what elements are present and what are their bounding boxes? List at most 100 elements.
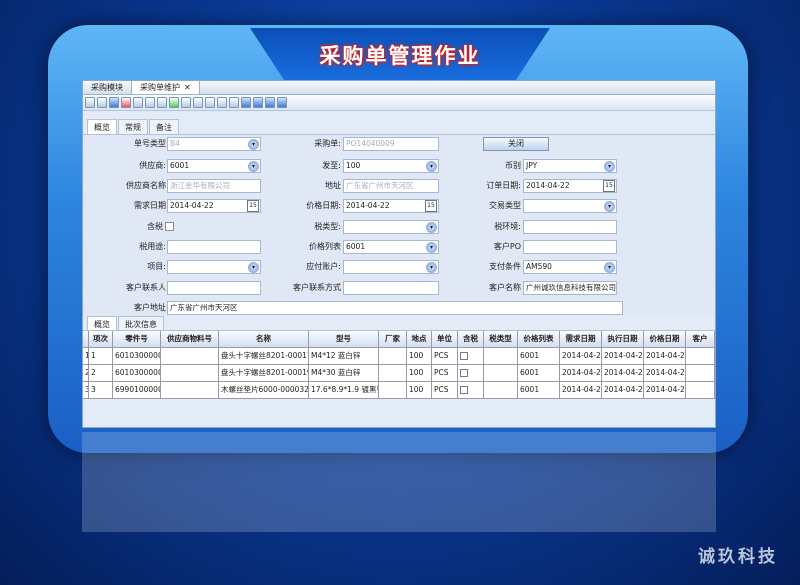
col-header[interactable]: 厂家 — [379, 331, 407, 347]
tax-type-select[interactable]: ▾ — [343, 220, 439, 234]
refresh-icon[interactable] — [169, 97, 179, 108]
tab-notes[interactable]: 备注 — [149, 119, 179, 134]
address-field[interactable]: 广东省广州市天河区 — [343, 179, 439, 193]
col-header[interactable]: 名称 — [219, 331, 309, 347]
cell-price-date[interactable]: 2014-04-22 — [644, 382, 686, 398]
col-header[interactable]: 税类型 — [484, 331, 518, 347]
tax-checkbox[interactable] — [460, 386, 468, 394]
cell-model[interactable]: M4*30 蓝白锌 — [309, 365, 379, 381]
chevron-down-icon[interactable]: ▾ — [604, 201, 615, 212]
table-row[interactable]: 1 1 6010300000006 盘头十字螺丝8201-000175 M4*1… — [83, 348, 715, 365]
cell-price-list[interactable]: 6001 — [518, 382, 560, 398]
chevron-down-icon[interactable]: ▾ — [248, 139, 259, 150]
cell-need-date[interactable]: 2014-04-22 — [560, 382, 602, 398]
chevron-down-icon[interactable]: ▾ — [604, 161, 615, 172]
need-date-field[interactable]: 2014-04-22 15 — [167, 199, 261, 213]
close-icon[interactable]: ✕ — [184, 83, 191, 92]
last-record-icon[interactable] — [277, 97, 287, 108]
col-header[interactable]: 零件号 — [113, 331, 161, 347]
col-header[interactable]: 型号 — [309, 331, 379, 347]
tab-po-maintain[interactable]: 采购单维护 ✕ — [132, 81, 200, 94]
price-list-select[interactable]: 6001 ▾ — [343, 240, 439, 254]
cell-part[interactable]: 6010300000007 — [113, 365, 161, 381]
cell-customer[interactable] — [686, 348, 715, 364]
col-header[interactable]: 价格列表 — [518, 331, 560, 347]
report-icon[interactable] — [181, 97, 191, 108]
col-header[interactable]: 含税 — [458, 331, 484, 347]
order-date-field[interactable]: 2014-04-22 15 — [523, 179, 617, 193]
tab-purchase-module[interactable]: 采购模块 — [83, 81, 132, 94]
cell-name[interactable]: 盘头十字螺丝8201-000175 — [219, 348, 309, 364]
cell-item[interactable]: 3 — [89, 382, 113, 398]
contact-field[interactable] — [167, 281, 261, 295]
cell-tax[interactable] — [458, 365, 484, 381]
col-header[interactable]: 地点 — [407, 331, 432, 347]
tax-checkbox[interactable] — [460, 352, 468, 360]
cell-tax-type[interactable] — [484, 365, 518, 381]
export-icon[interactable] — [193, 97, 203, 108]
cell-tax-type[interactable] — [484, 348, 518, 364]
calendar-icon[interactable]: 15 — [425, 200, 437, 212]
cell-exec-date[interactable]: 2014-04-22 — [602, 365, 644, 381]
chevron-down-icon[interactable]: ▾ — [426, 262, 437, 273]
new-icon[interactable] — [85, 97, 95, 108]
ship-to-select[interactable]: 100 ▾ — [343, 159, 439, 173]
prev-record-icon[interactable] — [253, 97, 263, 108]
chevron-down-icon[interactable]: ▾ — [426, 242, 437, 253]
tab-batch-info[interactable]: 批次信息 — [118, 316, 164, 330]
customer-po-field[interactable] — [523, 240, 617, 254]
cell-exec-date[interactable]: 2014-04-22 — [602, 382, 644, 398]
cell-tax-type[interactable] — [484, 382, 518, 398]
table-row[interactable]: 3 3 6990100000011 木螺丝垫片6000-000032 17.6*… — [83, 382, 715, 399]
cell-item[interactable]: 2 — [89, 365, 113, 381]
cell-tax[interactable] — [458, 382, 484, 398]
col-header[interactable]: 执行日期 — [602, 331, 644, 347]
attach-icon[interactable] — [205, 97, 215, 108]
order-type-select[interactable]: B4 ▾ — [167, 137, 261, 151]
col-header[interactable]: 价格日期 — [644, 331, 686, 347]
tax-checkbox[interactable] — [460, 369, 468, 377]
close-button[interactable]: 关闭 — [483, 137, 549, 151]
edit-icon[interactable] — [133, 97, 143, 108]
cell-model[interactable]: M4*12 蓝白锌 — [309, 348, 379, 364]
col-header[interactable]: 项次 — [89, 331, 113, 347]
customer-address-field[interactable]: 广东省广州市天河区 — [167, 301, 623, 315]
cell-part[interactable]: 6010300000006 — [113, 348, 161, 364]
chevron-down-icon[interactable]: ▾ — [426, 222, 437, 233]
cell-location[interactable]: 100 — [407, 382, 432, 398]
col-header[interactable]: 需求日期 — [560, 331, 602, 347]
cell-supplier-part[interactable] — [161, 365, 219, 381]
cell-name[interactable]: 盘头十字螺丝8201-000191 — [219, 365, 309, 381]
save-icon[interactable] — [109, 97, 119, 108]
copy-icon[interactable] — [97, 97, 107, 108]
col-header[interactable]: 单位 — [432, 331, 458, 347]
cell-supplier-part[interactable] — [161, 382, 219, 398]
chevron-down-icon[interactable]: ▾ — [248, 161, 259, 172]
tax-use-field[interactable] — [167, 240, 261, 254]
cell-price-date[interactable]: 2014-04-22 — [644, 348, 686, 364]
delete-icon[interactable] — [121, 97, 131, 108]
calendar-icon[interactable]: 15 — [247, 200, 259, 212]
col-header[interactable]: 客户 — [686, 331, 715, 347]
cell-part[interactable]: 6990100000011 — [113, 382, 161, 398]
tax-env-field[interactable] — [523, 220, 617, 234]
trade-type-select[interactable]: ▾ — [523, 199, 617, 213]
preview-icon[interactable] — [157, 97, 167, 108]
col-header[interactable]: 供应商物料号 — [161, 331, 219, 347]
cell-need-date[interactable]: 2014-04-22 — [560, 365, 602, 381]
cell-location[interactable]: 100 — [407, 365, 432, 381]
cell-customer[interactable] — [686, 382, 715, 398]
cell-price-list[interactable]: 6001 — [518, 348, 560, 364]
supplier-name-field[interactable]: 浙江金华有限公司 — [167, 179, 261, 193]
contact-method-field[interactable] — [343, 281, 439, 295]
cell-unit[interactable]: PCS — [432, 348, 458, 364]
chevron-down-icon[interactable]: ▾ — [426, 161, 437, 172]
cell-item[interactable]: 1 — [89, 348, 113, 364]
tax-included-checkbox[interactable] — [165, 222, 174, 231]
cell-price-date[interactable]: 2014-04-22 — [644, 365, 686, 381]
pay-terms-select[interactable]: AM590 ▾ — [523, 260, 617, 274]
cell-need-date[interactable]: 2014-04-22 — [560, 348, 602, 364]
cell-exec-date[interactable]: 2014-04-22 — [602, 348, 644, 364]
tab-general[interactable]: 常规 — [118, 119, 148, 134]
ap-account-select[interactable]: ▾ — [343, 260, 439, 274]
